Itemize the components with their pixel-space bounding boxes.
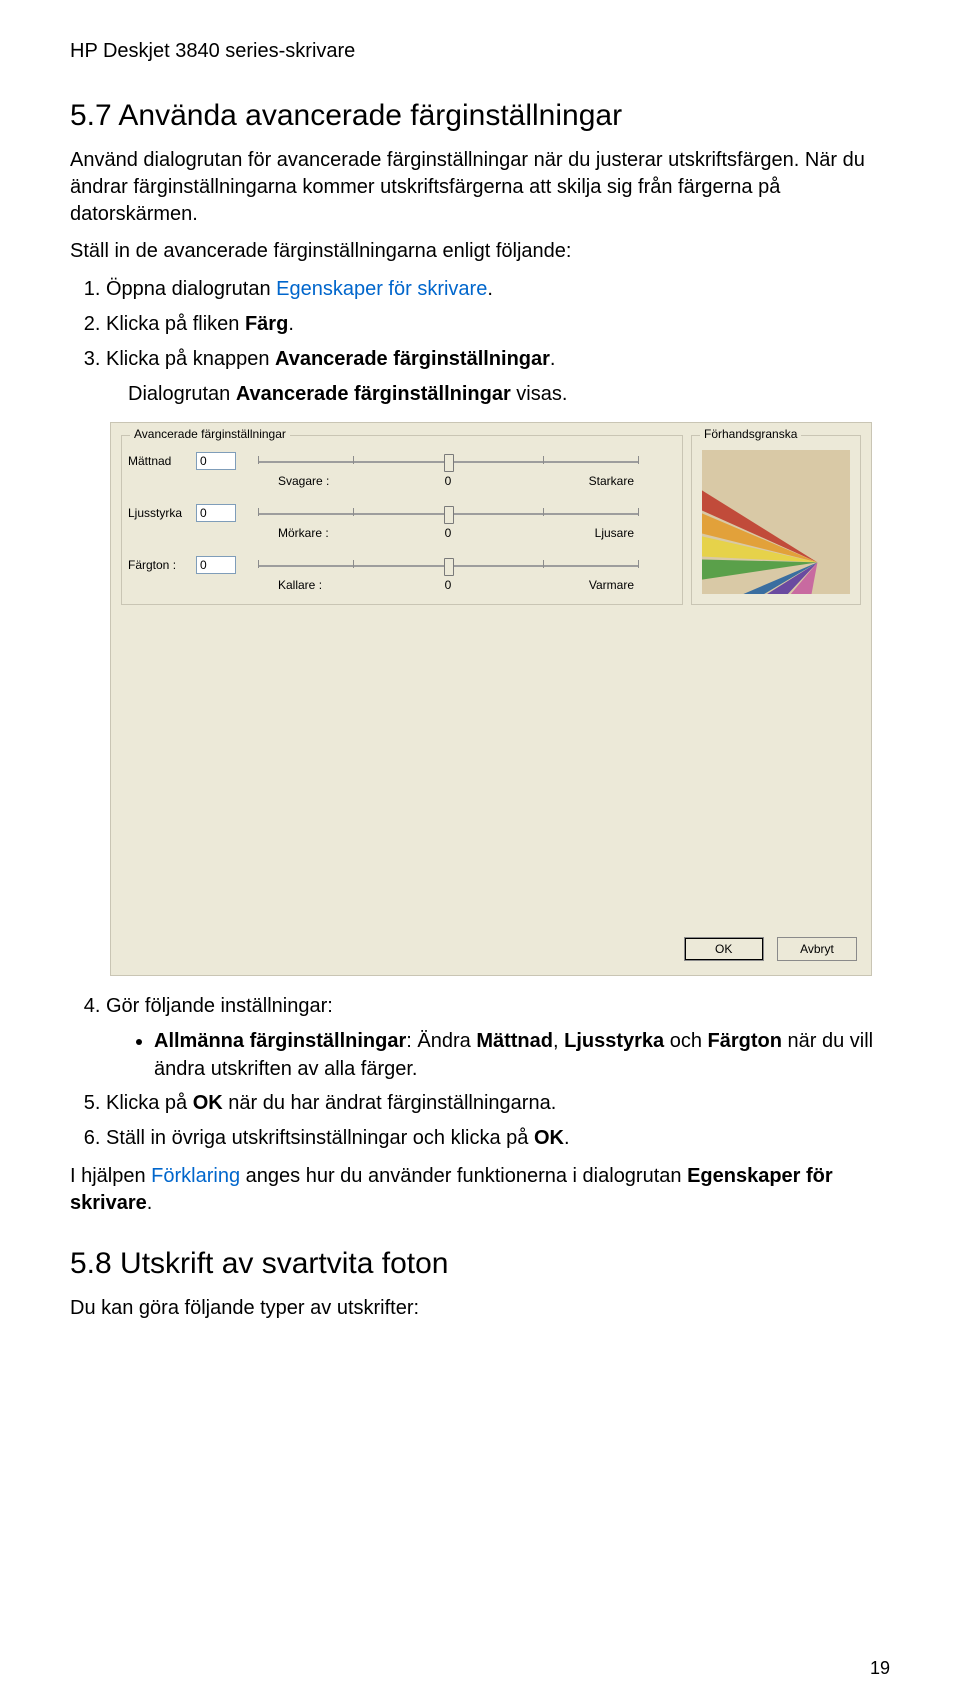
step-4-bullets: Allmänna färginställningar: Ändra Mättna… bbox=[126, 1027, 890, 1083]
b4-3: Ljusstyrka bbox=[564, 1030, 664, 1052]
step-3: Klicka på knappen Avancerade färginställ… bbox=[106, 345, 890, 408]
section-5-8-title: 5.8 Utskrift av svartvita foton bbox=[70, 1247, 890, 1281]
step-5-a: Klicka på bbox=[106, 1092, 193, 1114]
section-5-7-intro: Använd dialogrutan för avancerade färgin… bbox=[70, 147, 890, 228]
outro-c: . bbox=[147, 1192, 153, 1214]
link-explanation[interactable]: Förklaring bbox=[151, 1165, 240, 1187]
step-6: Ställ in övriga utskriftsinställningar o… bbox=[106, 1124, 890, 1153]
cancel-button[interactable]: Avbryt bbox=[777, 937, 857, 961]
slider-sat-right: Starkare bbox=[589, 474, 634, 488]
step-4-bullet-1: Allmänna färginställningar: Ändra Mättna… bbox=[154, 1027, 890, 1083]
label-hue: Färgton : bbox=[128, 558, 194, 572]
label-brightness: Ljusstyrka bbox=[128, 506, 194, 520]
step-2-bold: Färg bbox=[245, 313, 288, 335]
step-3-note-b: visas. bbox=[511, 383, 568, 405]
group-advanced-color-legend: Avancerade färginställningar bbox=[130, 427, 290, 441]
slider-thumb[interactable] bbox=[444, 506, 454, 524]
b4-m3: och bbox=[664, 1030, 707, 1052]
slider-hue-center: 0 bbox=[258, 578, 638, 592]
slider-brightness[interactable] bbox=[258, 510, 638, 522]
section-5-8-intro: Du kan göra följande typer av utskrifter… bbox=[70, 1295, 890, 1322]
outro-b: anges hur du använder funktionerna i dia… bbox=[240, 1165, 687, 1187]
step-5-bold: OK bbox=[193, 1092, 223, 1114]
slider-hue-right: Varmare bbox=[589, 578, 634, 592]
pencils-icon bbox=[702, 450, 850, 594]
step-6-b: . bbox=[564, 1127, 570, 1149]
step-4-text: Gör följande inställningar: bbox=[106, 995, 333, 1017]
page-number: 19 bbox=[870, 1658, 890, 1679]
section-5-7-outro: I hjälpen Förklaring anges hur du använd… bbox=[70, 1163, 890, 1217]
slider-thumb[interactable] bbox=[444, 454, 454, 472]
step-6-bold: OK bbox=[534, 1127, 564, 1149]
ok-button[interactable]: OK bbox=[684, 937, 764, 961]
step-3-a: Klicka på knappen bbox=[106, 348, 275, 370]
group-preview-legend: Förhandsgranska bbox=[700, 427, 801, 441]
b4-4: Färgton bbox=[708, 1030, 782, 1052]
b4-m2: , bbox=[553, 1030, 564, 1052]
page-header: HP Deskjet 3840 series-skrivare bbox=[70, 40, 890, 63]
slider-thumb[interactable] bbox=[444, 558, 454, 576]
link-printer-properties[interactable]: Egenskaper för skrivare bbox=[276, 278, 487, 300]
input-hue[interactable]: 0 bbox=[196, 556, 236, 574]
step-3-note: Dialogrutan Avancerade färginställningar… bbox=[128, 380, 890, 408]
step-1-b: . bbox=[487, 278, 493, 300]
row-brightness: Ljusstyrka 0 Mörkare : 0 Ljusare bbox=[128, 504, 674, 550]
dialog-buttons: OK Avbryt bbox=[674, 937, 857, 961]
b4-m1: : Ändra bbox=[406, 1030, 476, 1052]
step-1-a: Öppna dialogrutan bbox=[106, 278, 276, 300]
section-5-7-lead: Ställ in de avancerade färginställningar… bbox=[70, 238, 890, 265]
step-3-b: . bbox=[550, 348, 556, 370]
document-page: HP Deskjet 3840 series-skrivare 5.7 Anvä… bbox=[0, 0, 960, 1707]
step-2: Klicka på fliken Färg. bbox=[106, 310, 890, 339]
step-6-a: Ställ in övriga utskriftsinställningar o… bbox=[106, 1127, 534, 1149]
step-5: Klicka på OK när du har ändrat färginstä… bbox=[106, 1089, 890, 1118]
row-saturation: Mättnad 0 Svagare : 0 Starkare bbox=[128, 452, 674, 498]
slider-bri-center: 0 bbox=[258, 526, 638, 540]
row-hue: Färgton : 0 Kallare : 0 Varmare bbox=[128, 556, 674, 602]
slider-sat-center: 0 bbox=[258, 474, 638, 488]
steps-4-6: Gör följande inställningar: Allmänna fär… bbox=[70, 992, 890, 1153]
step-3-note-bold: Avancerade färginställningar bbox=[236, 383, 511, 405]
outro-a: I hjälpen bbox=[70, 1165, 151, 1187]
section-5-7-title: 5.7 Använda avancerade färginställningar bbox=[70, 99, 890, 133]
step-4: Gör följande inställningar: Allmänna fär… bbox=[106, 992, 890, 1083]
step-3-note-a: Dialogrutan bbox=[128, 383, 236, 405]
step-3-bold: Avancerade färginställningar bbox=[275, 348, 550, 370]
slider-saturation[interactable] bbox=[258, 458, 638, 470]
slider-bri-right: Ljusare bbox=[595, 526, 634, 540]
input-saturation[interactable]: 0 bbox=[196, 452, 236, 470]
group-advanced-color: Avancerade färginställningar Mättnad 0 S… bbox=[121, 435, 683, 605]
step-2-b: . bbox=[288, 313, 294, 335]
advanced-color-settings-dialog: Avancerade färginställningar Mättnad 0 S… bbox=[110, 422, 872, 976]
step-2-a: Klicka på fliken bbox=[106, 313, 245, 335]
step-1: Öppna dialogrutan Egenskaper för skrivar… bbox=[106, 275, 890, 304]
input-brightness[interactable]: 0 bbox=[196, 504, 236, 522]
step-5-b: när du har ändrat färginställningarna. bbox=[223, 1092, 557, 1114]
slider-hue[interactable] bbox=[258, 562, 638, 574]
label-saturation: Mättnad bbox=[128, 454, 194, 468]
b4-2: Mättnad bbox=[476, 1030, 553, 1052]
steps-1-3: Öppna dialogrutan Egenskaper för skrivar… bbox=[70, 275, 890, 408]
b4-1: Allmänna färginställningar bbox=[154, 1030, 406, 1052]
preview-image bbox=[702, 450, 850, 594]
group-preview: Förhandsgranska bbox=[691, 435, 861, 605]
